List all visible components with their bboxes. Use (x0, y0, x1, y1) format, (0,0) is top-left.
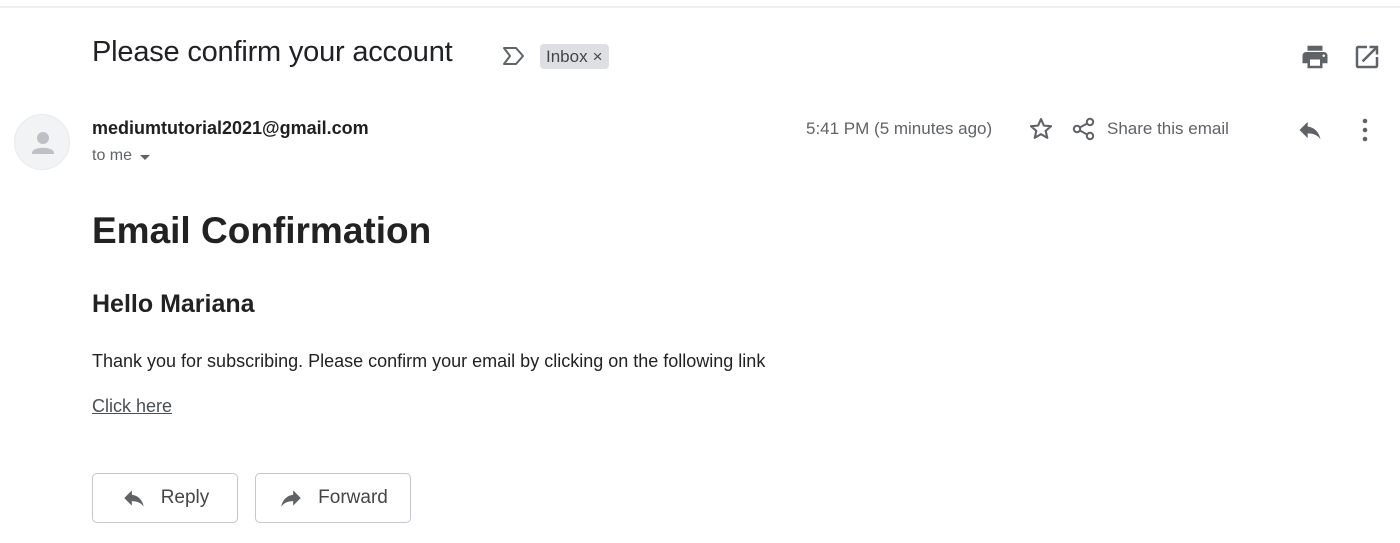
reply-button-label: Reply (160, 487, 210, 508)
chevron-down-icon[interactable] (140, 154, 151, 160)
share-icon (1072, 117, 1095, 141)
star-icon[interactable] (1027, 115, 1055, 143)
confirmation-link[interactable]: Click here (92, 396, 172, 417)
message-timestamp: 5:41 PM (5 minutes ago) (806, 119, 993, 138)
share-email-label: Share this email (1107, 119, 1229, 138)
forward-button[interactable]: Forward (255, 473, 411, 523)
share-email-button[interactable]: Share this email (1071, 116, 1229, 142)
email-subject: Please confirm your account (92, 36, 453, 68)
reply-icon (123, 490, 144, 507)
print-icon[interactable] (1300, 42, 1330, 72)
forward-button-label: Forward (318, 487, 388, 508)
recipient-details[interactable]: to me (92, 147, 151, 165)
top-divider (0, 6, 1400, 8)
label-chip-inbox: Inbox × (540, 44, 609, 69)
importance-marker-icon[interactable] (501, 45, 527, 67)
more-vertical-icon[interactable] (1352, 116, 1378, 144)
default-avatar-icon[interactable] (14, 114, 70, 170)
email-body-heading: Email Confirmation (92, 210, 432, 251)
email-body-paragraph: Thank you for subscribing. Please confir… (92, 351, 766, 371)
recipient-text: to me (92, 147, 133, 164)
email-body-greeting: Hello Mariana (92, 290, 255, 318)
reply-icon[interactable] (1296, 116, 1324, 144)
reply-button[interactable]: Reply (92, 473, 238, 523)
remove-label-icon[interactable]: × (593, 47, 603, 67)
forward-icon (281, 490, 301, 507)
label-chip-text: Inbox (546, 46, 588, 66)
sender-address[interactable]: mediumtutorial2021@gmail.com (92, 118, 369, 139)
open-in-new-window-icon[interactable] (1352, 42, 1382, 72)
